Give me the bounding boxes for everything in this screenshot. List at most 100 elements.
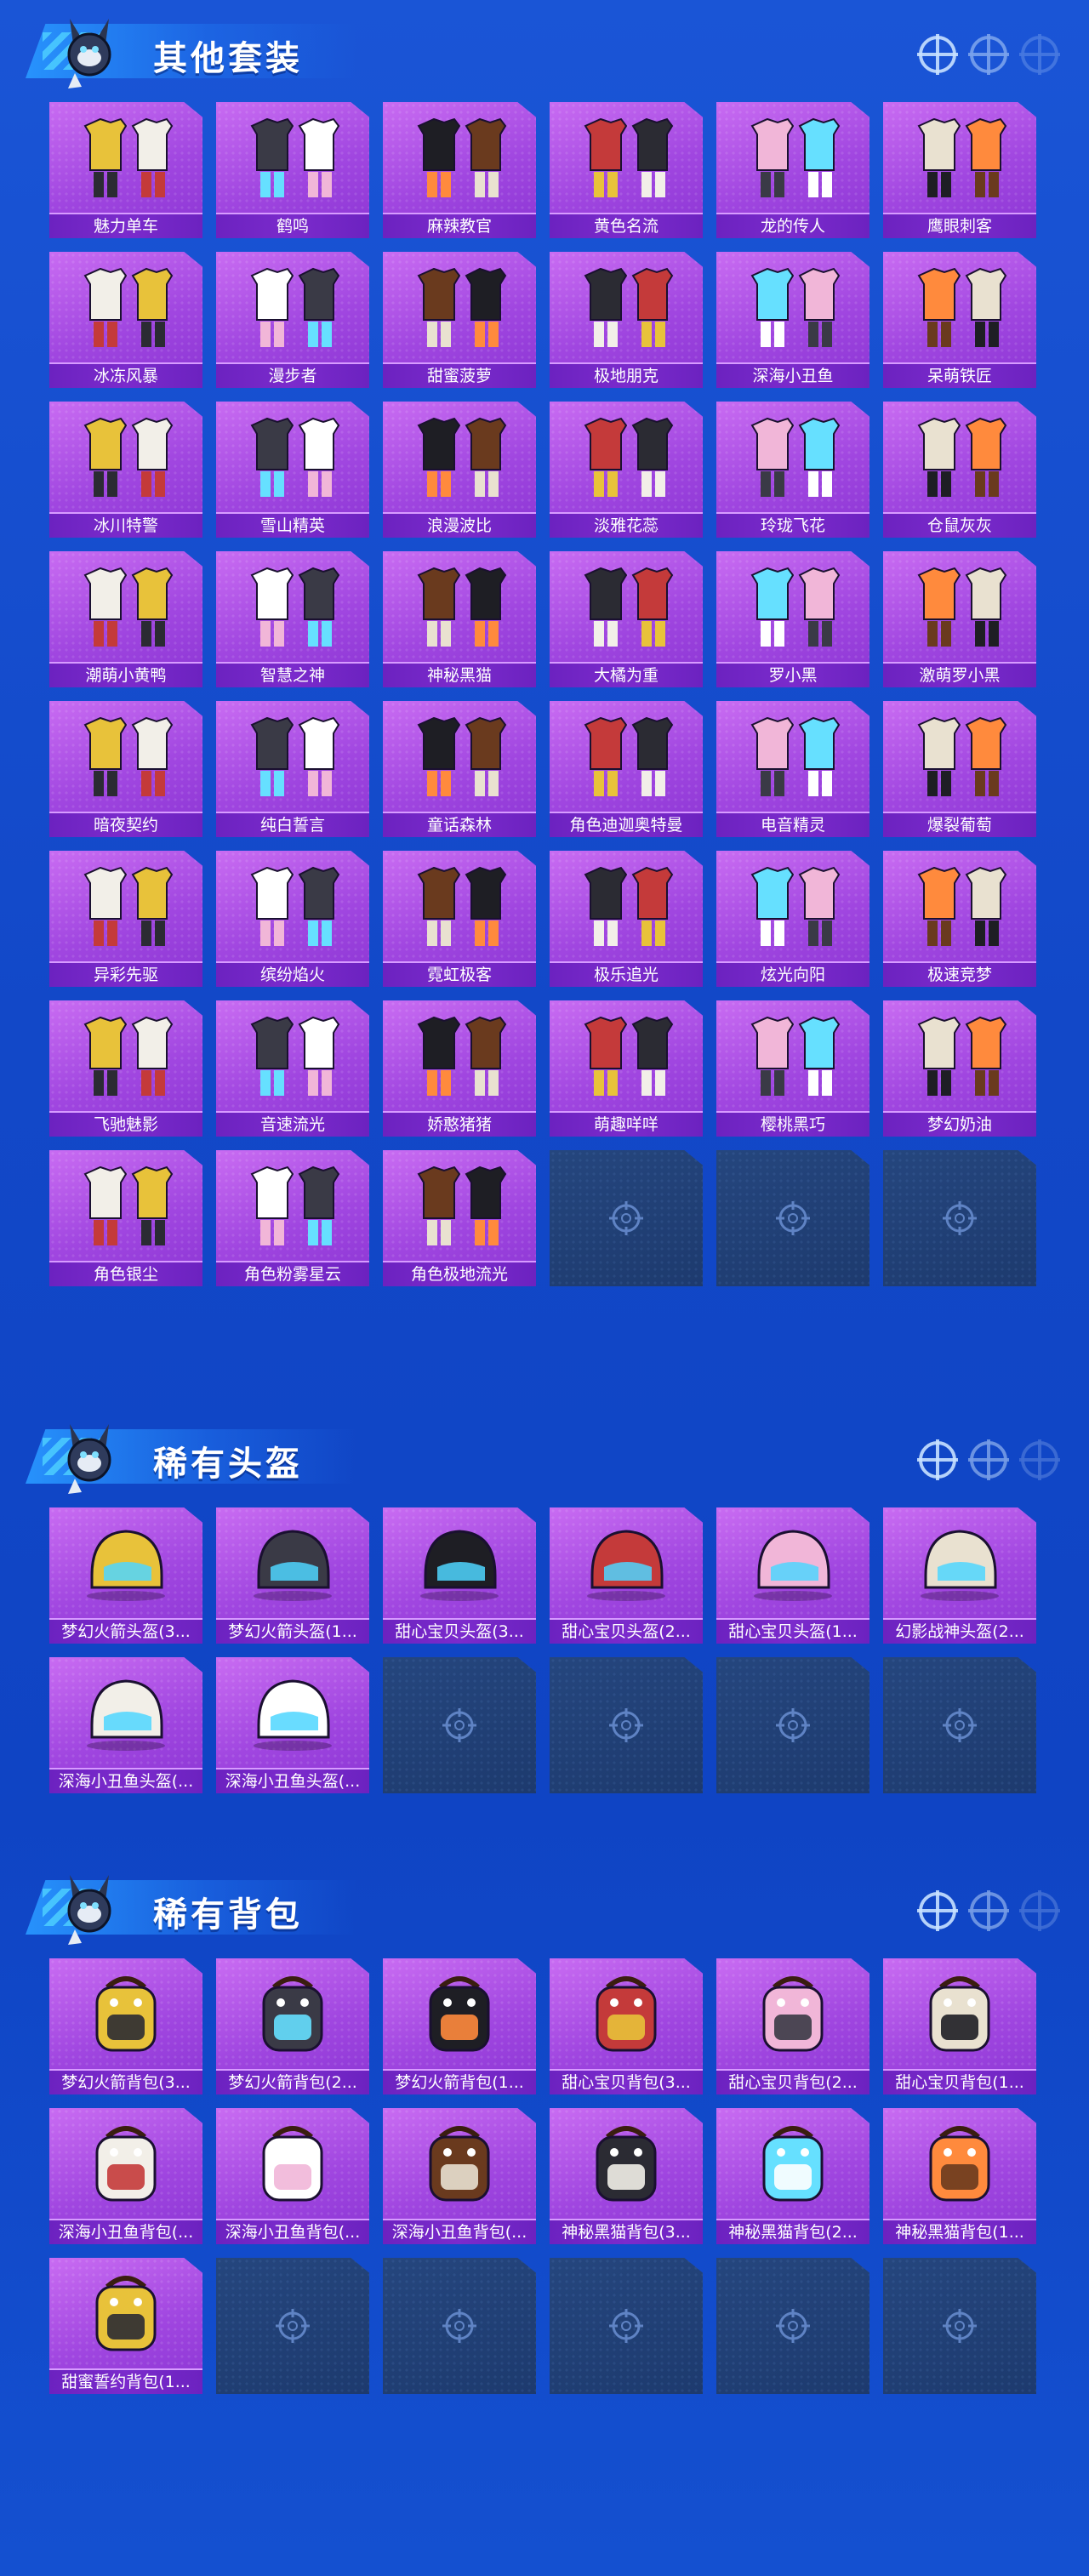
item-card[interactable]: 角色银尘 [49, 1150, 202, 1286]
empty-slot [716, 1657, 869, 1793]
item-card[interactable]: 角色粉雾星云 [216, 1150, 369, 1286]
item-card[interactable]: 淡雅花蕊 [550, 402, 703, 538]
item-card[interactable]: 智慧之神 [216, 551, 369, 687]
item-label: 纯白誓言 [216, 812, 369, 837]
item-card[interactable]: 角色迪迦奥特曼 [550, 701, 703, 837]
item-card[interactable]: 魅力单车 [49, 102, 202, 238]
item-label: 爆裂葡萄 [883, 812, 1036, 837]
outfit-icon [233, 111, 352, 206]
outfit-icon [733, 1009, 852, 1104]
item-card[interactable]: 梦幻火箭头盔(1... [216, 1507, 369, 1644]
item-card[interactable]: 神秘黑猫 [383, 551, 536, 687]
item-card[interactable]: 甜心宝贝背包(3... [550, 1958, 703, 2094]
item-card[interactable]: 飞驰魅影 [49, 1000, 202, 1137]
item-card[interactable]: 梦幻火箭背包(3... [49, 1958, 202, 2094]
item-card[interactable]: 浪漫波比 [383, 402, 536, 538]
item-card[interactable]: 黄色名流 [550, 102, 703, 238]
item-card[interactable]: 大橘为重 [550, 551, 703, 687]
item-card[interactable]: 甜心宝贝背包(1... [883, 1958, 1036, 2094]
outfit-icon [400, 859, 519, 955]
empty-slot [716, 1150, 869, 1286]
outfit-icon [66, 1159, 185, 1254]
item-card[interactable]: 纯白誓言 [216, 701, 369, 837]
item-card[interactable]: 仓鼠灰灰 [883, 402, 1036, 538]
item-label: 童话森林 [383, 812, 536, 837]
item-card[interactable]: 异彩先驱 [49, 851, 202, 987]
outfit-icon [400, 560, 519, 655]
item-card[interactable]: 冰冻风暴 [49, 252, 202, 388]
item-label: 飞驰魅影 [49, 1111, 202, 1137]
outfit-icon [567, 710, 686, 805]
item-card[interactable]: 罗小黑 [716, 551, 869, 687]
item-card[interactable]: 鹰眼刺客 [883, 102, 1036, 238]
item-card[interactable]: 神秘黑猫背包(1... [883, 2108, 1036, 2244]
item-card[interactable]: 神秘黑猫背包(2... [716, 2108, 869, 2244]
empty-slot [883, 2258, 1036, 2394]
item-card[interactable]: 梦幻奶油 [883, 1000, 1036, 1137]
item-card[interactable]: 深海小丑鱼头盔(... [216, 1657, 369, 1793]
empty-slot [883, 1657, 1036, 1793]
backpack-icon [233, 1967, 352, 2062]
item-card[interactable]: 神秘黑猫背包(3... [550, 2108, 703, 2244]
item-card[interactable]: 暗夜契约 [49, 701, 202, 837]
target-ring-icon [917, 1439, 958, 1480]
item-card[interactable]: 极地朋克 [550, 252, 703, 388]
item-card[interactable]: 龙的传人 [716, 102, 869, 238]
item-label: 魅力单车 [49, 213, 202, 238]
outfit-icon [66, 710, 185, 805]
item-card[interactable]: 梦幻火箭背包(1... [383, 1958, 536, 2094]
item-card[interactable]: 漫步者 [216, 252, 369, 388]
target-ring-icon [968, 1890, 1009, 1931]
item-card[interactable]: 萌趣咩咩 [550, 1000, 703, 1137]
item-card[interactable]: 玲珑飞花 [716, 402, 869, 538]
item-card[interactable]: 角色极地流光 [383, 1150, 536, 1286]
item-label: 龙的传人 [716, 213, 869, 238]
item-card[interactable]: 甜心宝贝背包(2... [716, 1958, 869, 2094]
helmet-icon [66, 1516, 185, 1611]
item-card[interactable]: 缤纷焰火 [216, 851, 369, 987]
item-label: 深海小丑鱼 [716, 362, 869, 388]
outfit-icon [66, 560, 185, 655]
item-card[interactable]: 深海小丑鱼背包(... [383, 2108, 536, 2244]
item-card[interactable]: 深海小丑鱼背包(... [216, 2108, 369, 2244]
item-label: 大橘为重 [550, 662, 703, 687]
item-card[interactable]: 幻影战神头盔(2... [883, 1507, 1036, 1644]
outfit-icon [66, 1009, 185, 1104]
item-card[interactable]: 爆裂葡萄 [883, 701, 1036, 837]
item-label: 音速流光 [216, 1111, 369, 1137]
item-card[interactable]: 电音精灵 [716, 701, 869, 837]
item-card[interactable]: 冰川特警 [49, 402, 202, 538]
item-label: 甜心宝贝头盔(1... [716, 1618, 869, 1644]
item-card[interactable]: 甜心宝贝头盔(3... [383, 1507, 536, 1644]
outfit-icon [900, 410, 1019, 505]
item-card[interactable]: 炫光向阳 [716, 851, 869, 987]
helmet-icon [567, 1516, 686, 1611]
item-card[interactable]: 甜蜜誓约背包(1... [49, 2258, 202, 2394]
item-card[interactable]: 激萌罗小黑 [883, 551, 1036, 687]
item-card[interactable]: 梦幻火箭背包(2... [216, 1958, 369, 2094]
item-card[interactable]: 娇憨猪猪 [383, 1000, 536, 1137]
item-card[interactable]: 霓虹极客 [383, 851, 536, 987]
item-card[interactable]: 呆萌铁匠 [883, 252, 1036, 388]
item-card[interactable]: 甜蜜菠萝 [383, 252, 536, 388]
item-card[interactable]: 童话森林 [383, 701, 536, 837]
item-card[interactable]: 音速流光 [216, 1000, 369, 1137]
item-card[interactable]: 极乐追光 [550, 851, 703, 987]
item-card[interactable]: 深海小丑鱼头盔(... [49, 1657, 202, 1793]
item-label: 异彩先驱 [49, 961, 202, 987]
item-card[interactable]: 甜心宝贝头盔(2... [550, 1507, 703, 1644]
outfit-icon [400, 410, 519, 505]
helmet-icon [233, 1666, 352, 1761]
item-card[interactable]: 甜心宝贝头盔(1... [716, 1507, 869, 1644]
item-card[interactable]: 樱桃黑巧 [716, 1000, 869, 1137]
item-card[interactable]: 潮萌小黄鸭 [49, 551, 202, 687]
outfit-icon [733, 560, 852, 655]
item-card[interactable]: 深海小丑鱼 [716, 252, 869, 388]
item-card[interactable]: 深海小丑鱼背包(... [49, 2108, 202, 2244]
item-card[interactable]: 梦幻火箭头盔(3... [49, 1507, 202, 1644]
item-card[interactable]: 麻辣教官 [383, 102, 536, 238]
item-card[interactable]: 鹤鸣 [216, 102, 369, 238]
mascot-icon [67, 1875, 111, 1945]
item-card[interactable]: 极速竞梦 [883, 851, 1036, 987]
item-card[interactable]: 雪山精英 [216, 402, 369, 538]
